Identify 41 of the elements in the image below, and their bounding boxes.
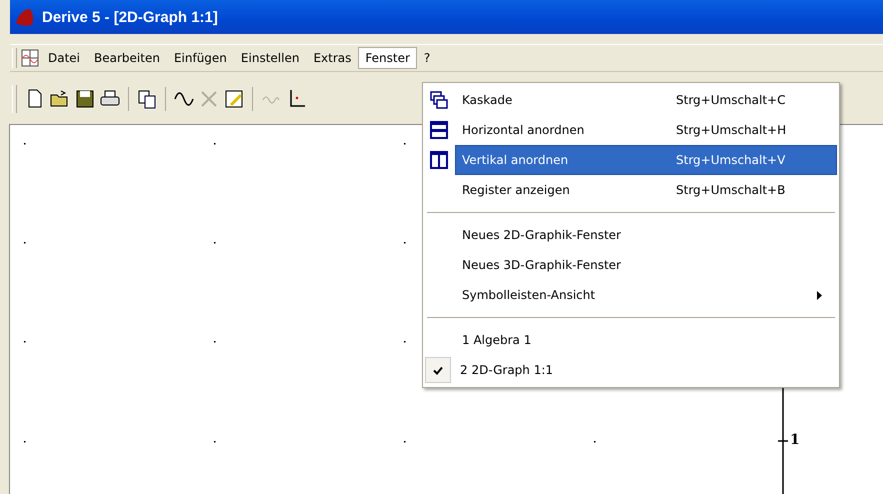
menu-entry[interactable]: 2 2D-Graph 1:1 bbox=[453, 355, 837, 385]
cascade-windows-icon bbox=[430, 91, 448, 109]
menu-entry[interactable]: Register anzeigen Strg+Umschalt+B bbox=[455, 175, 837, 205]
menu-entry[interactable]: Kaskade Strg+Umschalt+C bbox=[455, 85, 837, 115]
shortcut-text: Strg+Umschalt+H bbox=[676, 123, 788, 137]
menu-item[interactable]: Datei bbox=[41, 47, 88, 69]
menu-entry[interactable]: 1 Algebra 1 bbox=[455, 325, 837, 355]
submenu-arrow-icon bbox=[817, 290, 822, 300]
menu-entry-label: 2 2D-Graph 1:1 bbox=[460, 363, 554, 377]
tile-vertical-icon bbox=[430, 151, 448, 169]
menu-entry-label: Horizontal anordnen bbox=[462, 123, 586, 137]
menu-item[interactable]: Bearbeiten bbox=[87, 47, 167, 69]
menu-entry[interactable]: Horizontal anordnen Strg+Umschalt+H bbox=[455, 115, 837, 145]
menu-item[interactable]: Fenster bbox=[358, 47, 417, 69]
copy-icon[interactable] bbox=[136, 88, 158, 110]
menu-entry[interactable]: Symbolleisten-Ansicht bbox=[455, 280, 837, 310]
menu-entry-label: Kaskade bbox=[462, 93, 514, 107]
menu-entry-label: Vertikal anordnen bbox=[462, 153, 570, 167]
shortcut-text: Strg+Umschalt+C bbox=[676, 93, 786, 107]
menu-entry-label: Neues 3D-Graphik-Fenster bbox=[462, 258, 622, 272]
menu-entry[interactable]: Neues 3D-Graphik-Fenster bbox=[455, 250, 837, 280]
tile-horizontal-icon bbox=[430, 121, 448, 139]
menu-entry-label: Neues 2D-Graphik-Fenster bbox=[462, 228, 622, 242]
shortcut-text: Strg+Umschalt+V bbox=[676, 153, 786, 167]
menu-item[interactable]: ? bbox=[416, 47, 438, 69]
axis-tick-label: 1 bbox=[790, 432, 800, 448]
menu-entry-label: Symbolleisten-Ansicht bbox=[462, 288, 596, 302]
menu-item[interactable]: Einstellen bbox=[234, 47, 306, 69]
menu-item[interactable]: Extras bbox=[306, 47, 358, 69]
app-logo-icon bbox=[14, 7, 36, 27]
window-title: Derive 5 - [2D-Graph 1:1] bbox=[42, 8, 218, 26]
menu-item[interactable]: Einfügen bbox=[166, 47, 234, 69]
check-icon bbox=[433, 366, 443, 374]
menu-entry-label: 1 Algebra 1 bbox=[462, 333, 532, 347]
graph-window-icon bbox=[21, 49, 39, 67]
menu-entry[interactable]: Vertikal anordnen Strg+Umschalt+V bbox=[455, 145, 837, 175]
pencil-page-icon[interactable] bbox=[223, 88, 245, 110]
menu-entry[interactable]: Neues 2D-Graphik-Fenster bbox=[455, 220, 837, 250]
shortcut-text: Strg+Umschalt+B bbox=[676, 183, 786, 197]
menu-entry-label: Register anzeigen bbox=[462, 183, 571, 197]
save-icon[interactable] bbox=[74, 88, 96, 110]
